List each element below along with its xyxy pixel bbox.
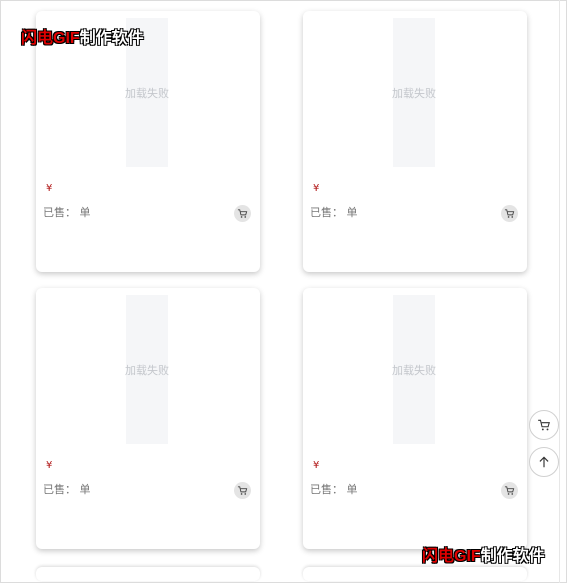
watermark: 闪电GIF制作软件 — [422, 542, 545, 566]
product-image-placeholder: 加载失败 — [392, 295, 436, 444]
cart-icon — [504, 209, 515, 218]
image-load-failed-text: 加载失败 — [125, 363, 169, 377]
add-to-cart-button[interactable] — [501, 205, 518, 222]
cart-icon — [538, 419, 550, 431]
product-price: ¥ — [313, 460, 320, 471]
watermark-red-text: 闪电GIF — [21, 30, 80, 47]
product-sold-count: 已售： 单 — [310, 206, 358, 219]
product-card[interactable]: 加载失败 ¥ 已售： 单 — [303, 288, 527, 549]
floating-cart-button[interactable] — [529, 410, 559, 440]
watermark: 闪电GIF制作软件 — [21, 24, 144, 48]
product-price: ¥ — [313, 183, 320, 194]
cart-icon — [237, 486, 248, 495]
product-card-partial[interactable] — [36, 567, 260, 581]
product-image-placeholder: 加载失败 — [392, 18, 436, 167]
back-to-top-button[interactable] — [529, 447, 559, 477]
product-card[interactable]: 加载失败 ¥ 已售： 单 — [303, 11, 527, 272]
watermark-white-text: 制作软件 — [79, 30, 144, 47]
add-to-cart-button[interactable] — [234, 205, 251, 222]
product-sold-count: 已售： 单 — [43, 483, 91, 496]
product-card[interactable]: 加载失败 ¥ 已售： 单 — [36, 11, 260, 272]
cart-icon — [237, 209, 248, 218]
watermark-white-text: 制作软件 — [480, 548, 545, 565]
add-to-cart-button[interactable] — [501, 482, 518, 499]
arrow-up-icon — [539, 456, 549, 468]
scroll-edge-divider — [559, 0, 560, 583]
image-load-failed-text: 加载失败 — [392, 86, 436, 100]
image-load-failed-text: 加载失败 — [125, 86, 169, 100]
product-card-partial[interactable] — [303, 567, 527, 581]
product-grid-frame: 加载失败 ¥ 已售： 单 加载失败 ¥ 已售： 单 加载失败 ¥ 已售： 单 加… — [0, 0, 567, 583]
product-card[interactable]: 加载失败 ¥ 已售： 单 — [36, 288, 260, 549]
product-price: ¥ — [46, 183, 53, 194]
product-sold-count: 已售： 单 — [43, 206, 91, 219]
add-to-cart-button[interactable] — [234, 482, 251, 499]
product-image-placeholder: 加载失败 — [125, 295, 169, 444]
product-price: ¥ — [46, 460, 53, 471]
product-sold-count: 已售： 单 — [310, 483, 358, 496]
cart-icon — [504, 486, 515, 495]
watermark-red-text: 闪电GIF — [422, 548, 481, 565]
image-load-failed-text: 加载失败 — [392, 363, 436, 377]
